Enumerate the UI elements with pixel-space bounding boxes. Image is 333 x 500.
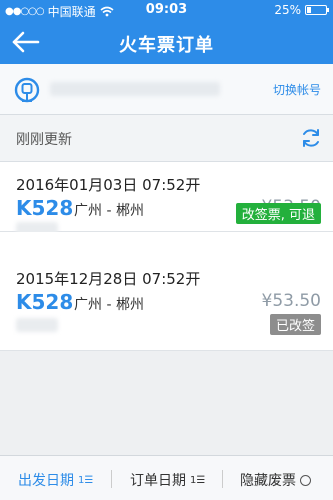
bottom-filter-bar: 出发日期 1☰ 订单日期 1☰ 隐藏废票 <box>0 455 333 500</box>
order-datetime: 2015年12月28日 07:52开 <box>16 270 201 288</box>
battery-percent: 25% <box>274 3 301 17</box>
order-datetime: 2016年01月03日 07:52开 <box>16 176 201 194</box>
switch-account-link[interactable]: 切换帐号 <box>273 81 321 98</box>
order-card[interactable]: 2015年12月28日 07:52开 K528 广州 - 郴州 ¥53.50 已… <box>0 232 333 351</box>
account-name-masked <box>50 82 220 96</box>
status-badge: 改签票, 可退 <box>235 203 321 224</box>
train-code: K528 <box>16 290 74 314</box>
order-card[interactable]: 2016年01月03日 07:52开 K528 广州 - 郴州 ¥53.50 改… <box>0 162 333 236</box>
order-route: 广州 - 郴州 <box>74 203 144 219</box>
tab-label: 订单日期 <box>130 473 186 489</box>
refresh-icon[interactable] <box>299 126 323 150</box>
order-price: ¥53.50 <box>261 291 321 311</box>
divider <box>111 470 112 488</box>
status-right: 25% <box>274 3 329 17</box>
refresh-status-label: 刚刚更新 <box>16 132 72 148</box>
tab-order-date[interactable]: 订单日期 1☰ <box>130 470 205 490</box>
tab-label: 隐藏废票 <box>240 473 296 489</box>
account-row: 切换帐号 <box>0 64 333 115</box>
status-bar: ●●○○○ 中国联通 09:03 25% <box>0 0 333 20</box>
sort-icon: 1☰ <box>190 474 206 486</box>
page-title: 火车票订单 <box>119 35 214 56</box>
divider <box>222 470 223 488</box>
order-route: 广州 - 郴州 <box>74 297 144 313</box>
status-badge: 已改签 <box>269 314 321 335</box>
sort-icon: 1☰ <box>78 474 94 486</box>
passenger-name-masked <box>16 318 58 332</box>
tab-label: 出发日期 <box>18 473 74 489</box>
nav-bar: 火车票订单 <box>0 20 333 64</box>
radio-icon[interactable] <box>300 474 311 486</box>
tab-departure-date[interactable]: 出发日期 1☰ <box>18 470 93 490</box>
train-code: K528 <box>16 196 74 220</box>
refresh-row: 刚刚更新 <box>0 115 333 162</box>
train-logo-icon <box>14 77 40 103</box>
battery-icon <box>305 5 329 15</box>
tab-hide-void-tickets[interactable]: 隐藏废票 <box>240 470 311 490</box>
